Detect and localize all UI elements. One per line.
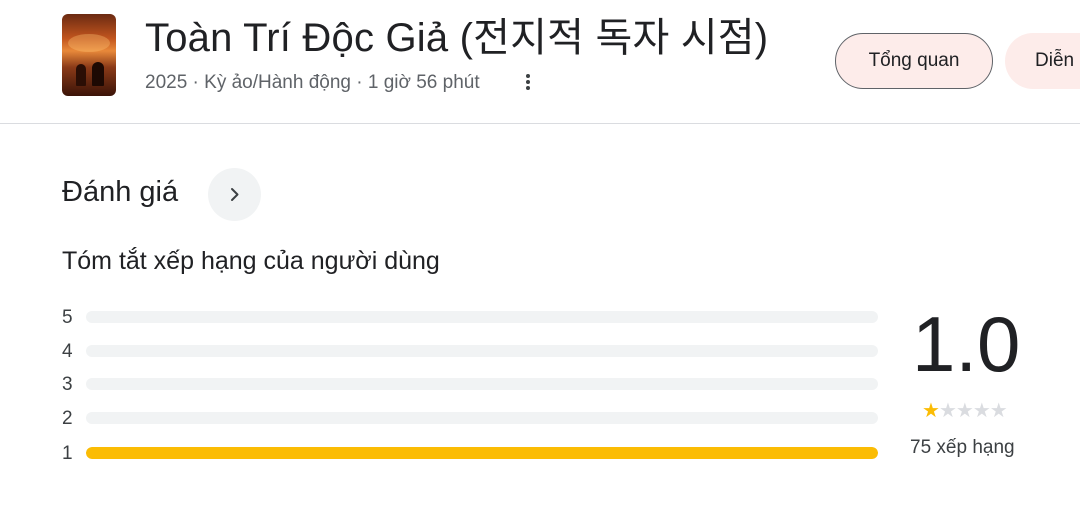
rating-bar	[86, 412, 878, 424]
movie-title: Toàn Trí Độc Giả (전지적 독자 시점)	[145, 16, 769, 60]
rating-row-label: 4	[62, 341, 73, 362]
star-rating: ★★★★★	[922, 398, 1008, 423]
rating-bar	[86, 447, 878, 459]
star-icon: ★	[972, 400, 991, 422]
header: Toàn Trí Độc Giả (전지적 독자 시점) 2025 · Kỳ ả…	[0, 0, 1080, 124]
star-icon: ★	[989, 400, 1008, 422]
rating-row-label: 2	[62, 408, 73, 429]
star-icon: ★	[922, 400, 940, 422]
rating-row-label: 1	[62, 443, 73, 464]
rating-summary-title: Tóm tắt xếp hạng của người dùng	[62, 247, 440, 275]
reviews-expand-button[interactable]	[208, 168, 261, 221]
rating-count: 75 xếp hạng	[910, 437, 1015, 458]
movie-meta: 2025 · Kỳ ảo/Hành động · 1 giờ 56 phút	[145, 72, 480, 93]
chevron-right-icon	[231, 188, 239, 201]
rating-row-label: 3	[62, 374, 73, 395]
tab-cast[interactable]: Diễn	[1005, 33, 1080, 89]
star-icon: ★	[955, 400, 974, 422]
rating-bar	[86, 311, 878, 323]
rating-bar	[86, 345, 878, 357]
movie-poster[interactable]	[62, 14, 116, 96]
star-icon: ★	[938, 400, 957, 422]
rating-bar	[86, 378, 878, 390]
section-title-reviews: Đánh giá	[62, 176, 179, 208]
rating-bar-fill	[86, 447, 878, 459]
average-rating: 1.0	[912, 300, 1021, 388]
tab-overview[interactable]: Tổng quan	[835, 33, 993, 89]
more-options-icon[interactable]	[520, 72, 536, 92]
rating-row-label: 5	[62, 307, 73, 328]
